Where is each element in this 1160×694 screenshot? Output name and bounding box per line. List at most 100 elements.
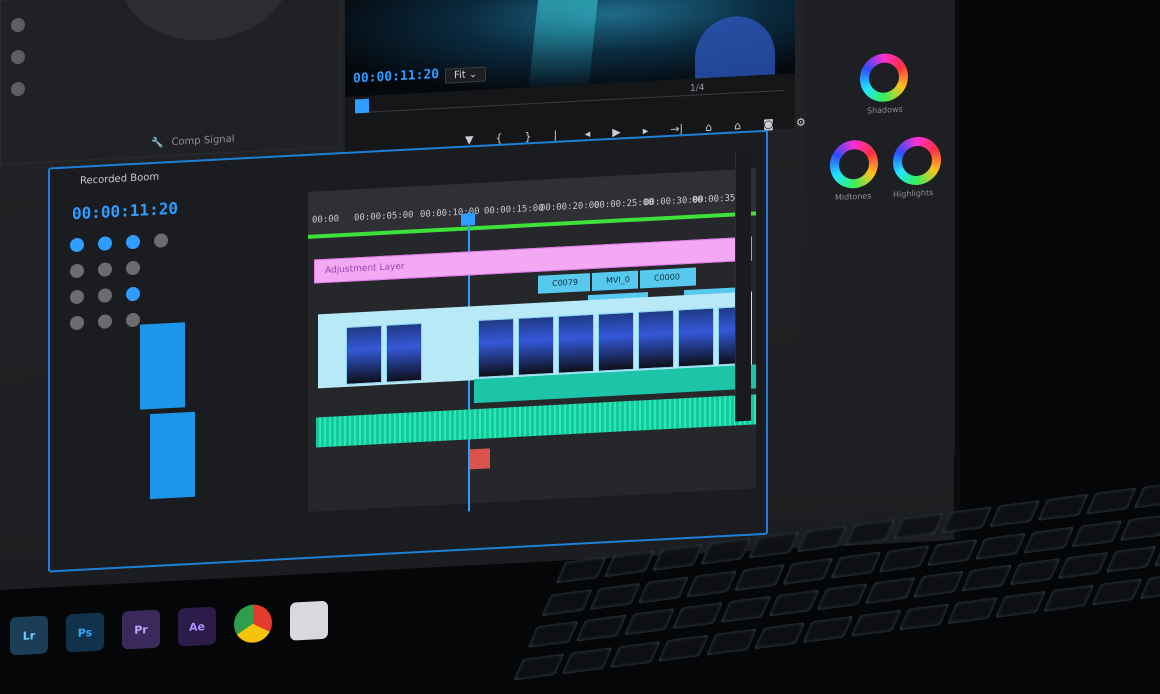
- program-playhead[interactable]: [355, 98, 369, 114]
- color-wheel-shadows[interactable]: [860, 52, 908, 103]
- keyboard-key: [1139, 571, 1160, 599]
- zoom-value: Fit: [454, 69, 466, 82]
- keyboard-key: [1091, 577, 1143, 605]
- clip-thumbnail[interactable]: [638, 309, 674, 370]
- sync-icon[interactable]: [98, 314, 112, 329]
- timeline-timecode[interactable]: 00:00:11:20: [72, 199, 178, 224]
- tool-icon[interactable]: [11, 49, 25, 65]
- keyboard-key: [1043, 584, 1095, 612]
- keyboard-key: [623, 608, 676, 636]
- wrench-icon[interactable]: [154, 233, 168, 248]
- ruler-tick: 00:00:15:00: [484, 203, 544, 217]
- lock-icon[interactable]: [70, 315, 84, 331]
- app-label: Ps: [77, 625, 93, 640]
- effect-control-row: 🔧 Comp Signal: [151, 134, 235, 149]
- keyboard-key: [1153, 539, 1160, 567]
- keyboard-key: [609, 640, 662, 668]
- tool-icon[interactable]: [11, 81, 25, 97]
- timeline-tracks[interactable]: 00:00 00:00:05:00 00:00:10:00 00:00:15:0…: [308, 168, 756, 512]
- keyboard-key: [603, 550, 656, 578]
- keyboard-key: [575, 614, 627, 642]
- ruler-tick: 00:00: [312, 214, 340, 226]
- sync-icon[interactable]: [98, 288, 112, 303]
- time-ruler[interactable]: 00:00 00:00:05:00 00:00:10:00 00:00:15:0…: [308, 168, 756, 239]
- keyboard-key: [768, 589, 820, 617]
- keyboard-key: [706, 627, 758, 656]
- keyboard-key: [995, 590, 1047, 618]
- track-target[interactable]: [70, 237, 84, 253]
- keyboard-key: [637, 576, 690, 604]
- clip-thumbnail[interactable]: [598, 311, 634, 372]
- clip-thumbnail[interactable]: [386, 322, 422, 383]
- keyboard-key: [892, 512, 945, 540]
- clip-name: Adjustment Layer: [325, 261, 405, 276]
- keyboard-key: [912, 570, 965, 598]
- keyboard-key: [1009, 558, 1061, 586]
- color-wheel-midtones[interactable]: [830, 138, 878, 190]
- clip-thumbnail[interactable]: [346, 324, 382, 385]
- wrench-icon[interactable]: 🔧: [151, 137, 163, 149]
- keyboard-key: [989, 500, 1041, 528]
- timeline-tab[interactable]: Recorded Boom: [80, 172, 159, 187]
- clip-thumbnail[interactable]: [518, 315, 554, 376]
- keyboard-key: [720, 595, 772, 623]
- app-window: 🔧 Comp Signal 00:00:11:20 Fit ⌄ 1/4 ▼ { …: [0, 0, 960, 590]
- keyboard-key: [941, 506, 993, 534]
- clip-label[interactable]: MVI_0: [592, 270, 638, 291]
- program-monitor: 00:00:11:20 Fit ⌄ 1/4 ▼ { } |← ◂ ▶ ▸ →| …: [345, 0, 806, 155]
- music-audio-clip[interactable]: [316, 394, 756, 448]
- premiere-icon[interactable]: Pr: [122, 609, 160, 650]
- wheel-label-shadows: Shadows: [867, 104, 903, 116]
- app-label: Ae: [189, 619, 205, 634]
- performer-silhouette: [695, 14, 775, 79]
- track-target[interactable]: [98, 236, 112, 251]
- keyboard-key: [1037, 493, 1089, 521]
- track-target[interactable]: [126, 234, 140, 250]
- keyboard-key: [555, 556, 607, 584]
- resolution-select[interactable]: 1/4: [690, 83, 704, 94]
- tool-icon[interactable]: [11, 17, 25, 33]
- audio-clip-marker[interactable]: [470, 448, 490, 470]
- eye-icon[interactable]: [126, 260, 140, 276]
- wheel-label-highlights: Highlights: [893, 188, 934, 200]
- tool-column: [11, 0, 25, 114]
- keyboard-key: [700, 537, 752, 565]
- color-wheel-highlights[interactable]: [893, 135, 941, 187]
- track-header-row: [70, 252, 300, 279]
- keyboard-key: [947, 596, 999, 624]
- files-icon[interactable]: [290, 600, 328, 641]
- clip-label[interactable]: C0000: [640, 267, 696, 289]
- keyboard-key: [1023, 525, 1075, 554]
- keyboard-key: [802, 615, 854, 643]
- clip-thumbnail[interactable]: [678, 307, 714, 368]
- eye-icon[interactable]: [126, 312, 140, 328]
- clip-thumbnail[interactable]: [478, 318, 514, 378]
- app-label: Pr: [134, 622, 148, 637]
- keyboard-key: [1133, 481, 1160, 509]
- zoom-select[interactable]: Fit ⌄: [445, 66, 487, 84]
- chrome-icon[interactable]: [234, 603, 272, 644]
- eye-icon[interactable]: [126, 286, 140, 302]
- keyboard-key: [926, 538, 979, 566]
- taskbar: Lr Ps Pr Ae: [0, 579, 340, 677]
- lock-icon[interactable]: [70, 289, 84, 305]
- sync-icon[interactable]: [98, 262, 112, 277]
- keyboard-key: [1119, 513, 1160, 541]
- lightroom-icon[interactable]: Lr: [10, 615, 48, 656]
- keyboard-key: [657, 634, 710, 662]
- audio-track-target[interactable]: [150, 411, 195, 500]
- keyboard-key: [527, 620, 579, 648]
- lock-icon[interactable]: [70, 263, 84, 279]
- photoshop-icon[interactable]: Ps: [66, 612, 104, 653]
- video-track-target[interactable]: [140, 322, 185, 410]
- stage-light: [528, 0, 602, 88]
- keyboard-key: [1085, 487, 1137, 515]
- keyboard-key: [1105, 545, 1157, 573]
- keyboard-key: [782, 557, 834, 585]
- track-header-row: [70, 226, 300, 253]
- clip-label[interactable]: C0079: [538, 273, 590, 294]
- keyboard-key: [961, 564, 1013, 592]
- keyboard-key: [754, 621, 806, 649]
- after-effects-icon[interactable]: Ae: [178, 606, 216, 647]
- clip-thumbnail[interactable]: [558, 313, 594, 374]
